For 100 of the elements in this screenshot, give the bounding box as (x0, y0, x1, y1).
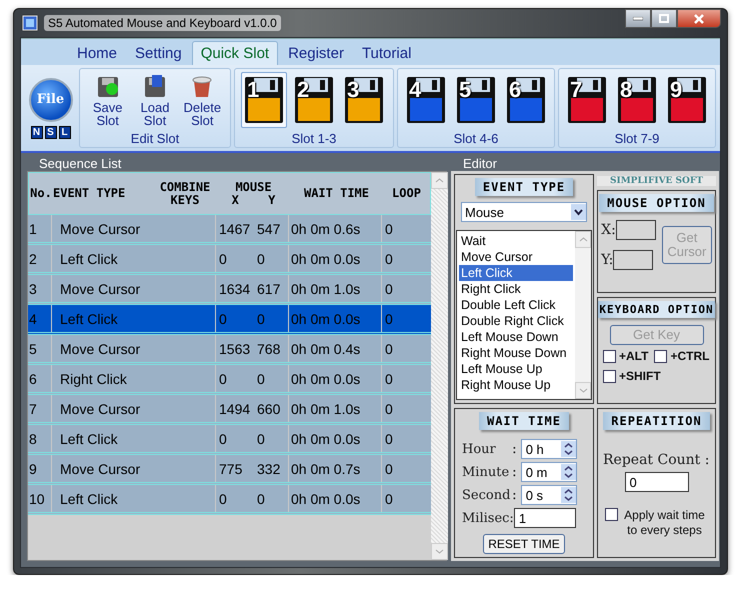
table-row[interactable]: 10 Left Click 0 0 0h 0m 0.0s 0 (28, 485, 431, 515)
table-row[interactable]: 2 Left Click 0 0 0h 0m 0.0s 0 (28, 245, 431, 275)
mode-button[interactable]: S (44, 126, 56, 138)
slot-button[interactable]: 4 (403, 72, 449, 128)
table-cell: 0h 0m 0.0s (289, 425, 382, 452)
table-cell-text: 0 (384, 490, 394, 508)
table-cell: 0h 0m 0.4s (289, 335, 382, 362)
column-header: X (232, 194, 239, 206)
repeat-count-label: Repeat Count : (602, 452, 710, 468)
mode-button[interactable]: N (30, 126, 42, 138)
slot-button[interactable]: 7 (564, 72, 610, 128)
table-cell: 3 (28, 275, 52, 302)
slot-button[interactable]: 2 (291, 72, 337, 128)
menu-tab[interactable]: Register (280, 42, 352, 65)
group-label: Slot 7-9 (614, 131, 660, 147)
slot-button[interactable]: 1 (241, 72, 287, 128)
table-cell: 660 (251, 395, 289, 422)
spinner-field[interactable]: 0 m (520, 462, 577, 482)
checkbox[interactable] (604, 508, 618, 521)
spinner-arrows-icon (560, 441, 576, 457)
menu-tab[interactable]: Quick Slot (192, 41, 278, 65)
load-slot-button[interactable]: Load Slot (133, 73, 177, 127)
checkbox[interactable] (603, 350, 616, 362)
field-separator: : (512, 487, 517, 503)
table-cell: Left Click (52, 305, 216, 332)
panel-heading: KEYBOARD OPTION (598, 301, 715, 318)
menu-tab[interactable]: Setting (127, 42, 190, 65)
checkbox-label: +ALT (619, 349, 648, 363)
panel-heading: MOUSE OPTION (599, 194, 714, 212)
table-cell-text: 1563 (218, 340, 251, 358)
menu-tab[interactable]: Tutorial (354, 42, 420, 65)
section-title: Editor (462, 157, 498, 171)
list-item[interactable]: Right Mouse Up (459, 377, 573, 393)
event-type-dropdown[interactable]: Mouse (461, 202, 587, 222)
table-cell: Left Click (52, 425, 216, 452)
table-cell: 0h 0m 0.0s (289, 305, 382, 332)
table-cell: 0 (251, 305, 289, 332)
minimize-button[interactable] (625, 9, 651, 28)
table-cell: Move Cursor (52, 275, 216, 302)
table-row[interactable]: 9 Move Cursor 775 332 0h 0m 0.7s 0 (28, 455, 431, 485)
table-cell: Move Cursor (52, 335, 216, 362)
panel-heading: REPEATITION (603, 412, 710, 430)
list-item[interactable]: Left Click (459, 265, 573, 281)
checkbox-label: Apply wait time to every steps (623, 508, 706, 538)
table-cell: 0h 0m 0.0s (289, 245, 382, 272)
list-item[interactable]: Wait (459, 233, 573, 249)
event-list[interactable]: Wait Move Cursor Left Click Right Click Double Left Click Double Right Click Left Mouse Down Right Mouse Down Left Mouse Up Right Mouse Up (456, 230, 592, 400)
column-header: No. (29, 187, 53, 200)
slot-button[interactable]: 5 (453, 72, 499, 128)
list-item[interactable]: Right Click (459, 281, 573, 297)
checkbox[interactable] (603, 370, 616, 382)
delete-slot-button[interactable]: Delete Slot (180, 73, 224, 127)
table-row[interactable]: 5 Move Cursor 1563 768 0h 0m 0.4s 0 (28, 335, 431, 365)
table-cell-text: 0 (384, 430, 394, 448)
checkbox[interactable] (654, 350, 668, 362)
table-cell-text: 0 (218, 430, 228, 448)
spinner-field[interactable]: 0 s (520, 485, 577, 505)
slot-button[interactable]: 3 (341, 72, 387, 128)
close-button[interactable] (677, 9, 721, 28)
brand-label: SIMPLIFIVE SOFT (597, 176, 716, 186)
table-cell: 1 (28, 215, 52, 242)
repeat-count-field[interactable]: 0 (624, 472, 688, 492)
group-label: Slot 1-3 (290, 131, 338, 147)
menu-tab[interactable]: Home (69, 42, 126, 65)
x-field[interactable] (616, 220, 656, 240)
field-separator: : (512, 441, 517, 457)
reset-time-button[interactable]: RESET TIME (483, 534, 565, 554)
table-cell: 0 (251, 425, 289, 452)
table-row[interactable]: 6 Right Click 0 0 0h 0m 0.0s 0 (28, 365, 431, 395)
list-item[interactable]: Left Mouse Down (459, 329, 573, 345)
slot-button[interactable]: 8 (614, 72, 660, 128)
table-row[interactable]: 3 Move Cursor 1634 617 0h 0m 1.0s 0 (28, 275, 431, 305)
table-cell: 0h 0m 0.0s (289, 485, 382, 512)
table-cell-text: 1494 (218, 400, 251, 418)
table-row[interactable]: 7 Move Cursor 1494 660 0h 0m 1.0s 0 (28, 395, 431, 425)
table-row[interactable]: 8 Left Click 0 0 0h 0m 0.0s 0 (28, 425, 431, 455)
y-label: Y: (601, 252, 614, 268)
table-row[interactable]: 1 Move Cursor 1467 547 0h 0m 0.6s 0 (28, 215, 431, 245)
maximize-icon (659, 14, 669, 23)
list-item[interactable]: Left Mouse Up (459, 361, 573, 377)
field-label: Minute (462, 464, 510, 480)
checkbox-label: +CTRL (670, 349, 710, 363)
milisec-field[interactable]: 1 (514, 508, 576, 528)
list-item[interactable]: Double Left Click (459, 297, 573, 313)
list-item[interactable]: Right Mouse Down (459, 345, 573, 361)
y-field[interactable] (613, 250, 654, 270)
table-cell: Move Cursor (52, 455, 216, 482)
spinner-field[interactable]: 0 h (520, 439, 577, 459)
slot-button[interactable]: 9 (664, 72, 710, 128)
mode-button[interactable]: L (58, 126, 70, 138)
slot-button[interactable]: 6 (503, 72, 549, 128)
list-item[interactable]: Double Right Click (459, 313, 573, 329)
table-cell: 10 (28, 485, 52, 512)
table-cell-text: 0 (384, 370, 394, 388)
table-cell: 6 (28, 365, 52, 392)
save-slot-button[interactable]: Save Slot (86, 73, 130, 127)
list-item[interactable]: Move Cursor (459, 249, 573, 265)
table-cell-text: 0 (218, 490, 228, 508)
column-header: EVENT TYPE (53, 187, 126, 200)
maximize-button[interactable] (651, 9, 677, 28)
